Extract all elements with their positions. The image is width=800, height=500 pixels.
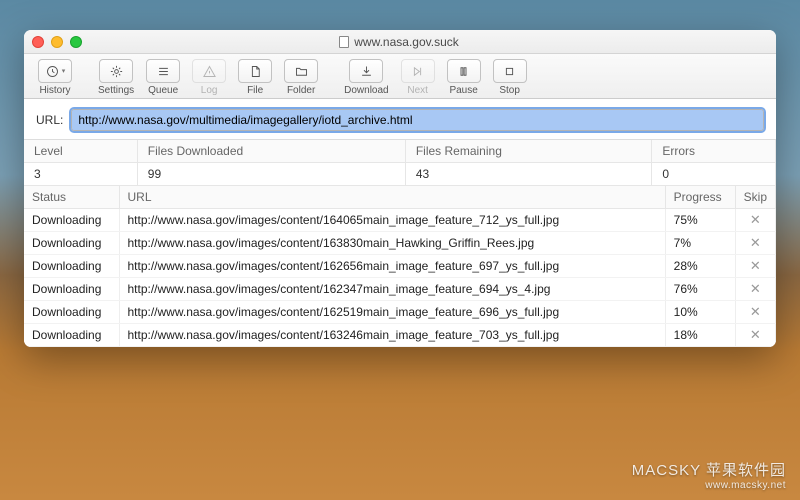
next-icon [401,59,435,83]
skip-button[interactable]: ✕ [744,258,767,274]
stats-value-remaining: 43 [405,163,652,186]
watermark-line2: www.macsky.net [632,480,786,492]
log-button[interactable]: Log [188,59,230,96]
row-status: Downloading [24,278,119,301]
row-url: http://www.nasa.gov/images/content/16265… [119,255,665,278]
row-url: http://www.nasa.gov/images/content/16251… [119,301,665,324]
watermark: MACSKY 苹果软件园 www.macsky.net [632,462,786,492]
stats-value-downloaded: 99 [137,163,405,186]
clock-icon [38,59,72,83]
skip-button[interactable]: ✕ [744,235,767,251]
stats-header-errors: Errors [652,140,776,163]
row-progress: 76% [665,278,735,301]
close-icon[interactable] [32,36,44,48]
stats-value-errors: 0 [652,163,776,186]
download-icon [349,59,383,83]
pause-button[interactable]: Pause [443,59,485,96]
stats-header-level: Level [24,140,137,163]
table-row[interactable]: Downloadinghttp://www.nasa.gov/images/co… [24,232,776,255]
row-status: Downloading [24,255,119,278]
row-url: http://www.nasa.gov/images/content/16324… [119,324,665,347]
next-button[interactable]: Next [397,59,439,96]
skip-button[interactable]: ✕ [744,281,767,297]
table-row[interactable]: Downloadinghttp://www.nasa.gov/images/co… [24,278,776,301]
url-input[interactable] [71,109,764,131]
stop-button[interactable]: Stop [489,59,531,96]
stats-header-remaining: Files Remaining [405,140,652,163]
col-url[interactable]: URL [119,186,665,209]
zoom-icon[interactable] [70,36,82,48]
window-title-text: www.nasa.gov.suck [354,35,459,49]
traffic-lights [32,36,82,48]
skip-button[interactable]: ✕ [744,212,767,228]
file-icon [238,59,272,83]
row-status: Downloading [24,301,119,324]
table-row[interactable]: Downloadinghttp://www.nasa.gov/images/co… [24,301,776,324]
skip-button[interactable]: ✕ [744,304,767,320]
queue-icon [146,59,180,83]
row-progress: 7% [665,232,735,255]
row-url: http://www.nasa.gov/images/content/16406… [119,209,665,232]
history-button[interactable]: History [34,59,76,96]
table-row[interactable]: Downloadinghttp://www.nasa.gov/images/co… [24,255,776,278]
row-progress: 28% [665,255,735,278]
download-button[interactable]: Download [340,59,392,96]
row-status: Downloading [24,324,119,347]
titlebar: www.nasa.gov.suck [24,30,776,54]
toolbar: History Settings Queue Log File Fol [24,54,776,99]
stats-value-level: 3 [24,163,137,186]
table-row[interactable]: Downloadinghttp://www.nasa.gov/images/co… [24,209,776,232]
gear-icon [99,59,133,83]
row-status: Downloading [24,209,119,232]
queue-button[interactable]: Queue [142,59,184,96]
minimize-icon[interactable] [51,36,63,48]
col-status[interactable]: Status [24,186,119,209]
skip-button[interactable]: ✕ [744,327,767,343]
stats-panel: Level Files Downloaded Files Remaining E… [24,140,776,186]
watermark-line1: MACSKY 苹果软件园 [632,462,786,480]
settings-button[interactable]: Settings [94,59,138,96]
window-title: www.nasa.gov.suck [82,35,716,49]
folder-button[interactable]: Folder [280,59,322,96]
document-icon [339,36,349,48]
pause-icon [447,59,481,83]
col-skip[interactable]: Skip [735,186,775,209]
app-window: www.nasa.gov.suck History Settings Queue… [24,30,776,347]
url-label: URL: [36,113,63,127]
url-row: URL: [24,99,776,140]
row-progress: 10% [665,301,735,324]
col-progress[interactable]: Progress [665,186,735,209]
file-button[interactable]: File [234,59,276,96]
table-row[interactable]: Downloadinghttp://www.nasa.gov/images/co… [24,324,776,347]
row-url: http://www.nasa.gov/images/content/16383… [119,232,665,255]
row-progress: 18% [665,324,735,347]
row-url: http://www.nasa.gov/images/content/16234… [119,278,665,301]
downloads-table: Status URL Progress Skip Downloadinghttp… [24,186,776,347]
warning-icon [192,59,226,83]
folder-icon [284,59,318,83]
stats-header-downloaded: Files Downloaded [137,140,405,163]
row-status: Downloading [24,232,119,255]
stop-icon [493,59,527,83]
row-progress: 75% [665,209,735,232]
